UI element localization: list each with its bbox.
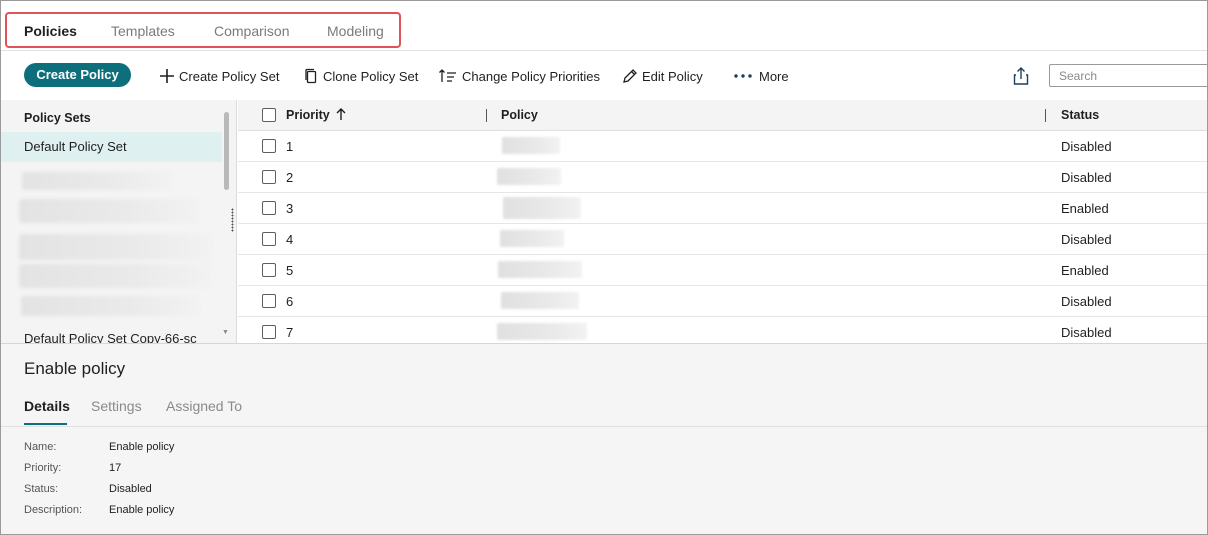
tab-assigned-to[interactable]: Assigned To (166, 398, 242, 414)
table-row[interactable]: 3 Enabled (238, 193, 1207, 224)
priority-cell: 6 (286, 294, 294, 309)
field-label-priority: Priority: (24, 462, 62, 474)
redacted-policy-name (500, 230, 564, 247)
tab-templates[interactable]: Templates (111, 23, 175, 39)
more-dots-icon (733, 68, 755, 84)
column-header-policy[interactable]: Policy (501, 108, 538, 122)
priority-cell: 5 (286, 263, 294, 278)
create-policy-button[interactable]: Create Policy (24, 63, 131, 87)
toolbar: Create Policy Create Policy Set Clone Po… (1, 52, 1207, 99)
details-title: Enable policy (24, 359, 126, 378)
row-checkbox[interactable] (262, 325, 276, 339)
active-tab-indicator (24, 423, 67, 425)
table-row[interactable]: 4 Disabled (238, 224, 1207, 255)
top-tab-bar: Policies Templates Comparison Modeling (1, 1, 1207, 51)
more-button[interactable]: More (733, 67, 789, 85)
status-cell: Disabled (1061, 325, 1112, 340)
redacted-policy-set[interactable] (19, 264, 211, 288)
status-cell: Enabled (1061, 263, 1109, 278)
scroll-down-icon[interactable]: ▼ (222, 329, 229, 336)
policy-sets-header: Policy Sets (24, 111, 91, 125)
policy-set-item[interactable]: Default Policy Set Copy-66-sc (1, 324, 222, 343)
column-header-priority[interactable]: Priority (286, 108, 330, 122)
edit-policy-label: Edit Policy (642, 68, 703, 84)
status-cell: Disabled (1061, 294, 1112, 309)
clone-policy-set-button[interactable]: Clone Policy Set (303, 67, 418, 85)
vertical-resize-handle[interactable] (231, 208, 234, 232)
redacted-policy-set[interactable] (19, 199, 199, 223)
table-row[interactable]: 7 Disabled (238, 317, 1207, 343)
policies-window: Policies Templates Comparison Modeling C… (0, 0, 1208, 535)
change-policy-priorities-button[interactable]: Change Policy Priorities (438, 67, 600, 85)
status-cell: Enabled (1061, 201, 1109, 216)
sort-priority-icon (438, 68, 458, 84)
tab-modeling[interactable]: Modeling (327, 23, 384, 39)
priority-cell: 1 (286, 139, 294, 154)
field-label-status: Status: (24, 483, 59, 495)
more-label: More (759, 68, 789, 84)
search-input[interactable] (1049, 64, 1207, 87)
table-row[interactable]: 5 Enabled (238, 255, 1207, 286)
policies-table: Priority Policy Status 1 Disabled 2 Disa… (238, 100, 1207, 343)
status-cell: Disabled (1061, 170, 1112, 185)
status-cell: Disabled (1061, 139, 1112, 154)
field-value-description: Enable policy (109, 504, 175, 516)
policy-set-item[interactable]: Default Policy Set (1, 132, 222, 162)
redacted-policy-name (502, 137, 560, 154)
field-value-priority: 17 (109, 462, 122, 474)
plus-icon (159, 68, 175, 84)
sort-ascending-icon[interactable] (335, 107, 347, 124)
row-checkbox[interactable] (262, 170, 276, 184)
change-policy-priorities-label: Change Policy Priorities (462, 68, 601, 84)
redacted-policy-name (498, 261, 582, 278)
table-row[interactable]: 2 Disabled (238, 162, 1207, 193)
redacted-policy-set[interactable] (19, 234, 213, 260)
field-value-status: Disabled (109, 483, 152, 495)
copy-icon (303, 68, 319, 84)
create-policy-set-button[interactable]: Create Policy Set (159, 67, 279, 85)
divider (1, 426, 1207, 427)
column-separator[interactable] (1045, 109, 1046, 122)
row-checkbox[interactable] (262, 201, 276, 215)
tab-settings[interactable]: Settings (91, 398, 142, 414)
field-label-description: Description: (24, 504, 83, 516)
column-separator[interactable] (486, 109, 487, 122)
redacted-policy-name (501, 292, 579, 309)
policy-details-panel: Enable policy Details Settings Assigned … (1, 343, 1207, 534)
tab-policies[interactable]: Policies (24, 23, 77, 39)
tab-details[interactable]: Details (24, 398, 70, 414)
create-policy-set-label: Create Policy Set (179, 68, 280, 84)
export-icon[interactable] (1012, 66, 1030, 86)
table-row[interactable]: 1 Disabled (238, 131, 1207, 162)
select-all-checkbox[interactable] (262, 108, 276, 122)
policy-sets-panel: Policy Sets Default Policy Set Default P… (1, 100, 237, 343)
row-checkbox[interactable] (262, 139, 276, 153)
table-row[interactable]: 6 Disabled (238, 286, 1207, 317)
field-value-name: Enable policy (109, 441, 175, 453)
edit-policy-button[interactable]: Edit Policy (622, 67, 703, 85)
column-header-status[interactable]: Status (1061, 108, 1099, 122)
scrollbar-thumb[interactable] (224, 112, 229, 190)
redacted-policy-set[interactable] (22, 172, 172, 190)
priority-cell: 2 (286, 170, 294, 185)
redacted-policy-name (497, 323, 587, 340)
pencil-icon (622, 68, 638, 84)
priority-cell: 7 (286, 325, 294, 340)
row-checkbox[interactable] (262, 263, 276, 277)
field-label-name: Name: (24, 441, 57, 453)
priority-cell: 3 (286, 201, 294, 216)
redacted-policy-set[interactable] (21, 296, 201, 316)
row-checkbox[interactable] (262, 294, 276, 308)
priority-cell: 4 (286, 232, 294, 247)
tab-comparison[interactable]: Comparison (214, 23, 289, 39)
table-header: Priority Policy Status (238, 100, 1207, 131)
status-cell: Disabled (1061, 232, 1112, 247)
redacted-policy-name (497, 168, 561, 185)
clone-policy-set-label: Clone Policy Set (323, 68, 419, 84)
redacted-policy-name (503, 197, 581, 219)
row-checkbox[interactable] (262, 232, 276, 246)
